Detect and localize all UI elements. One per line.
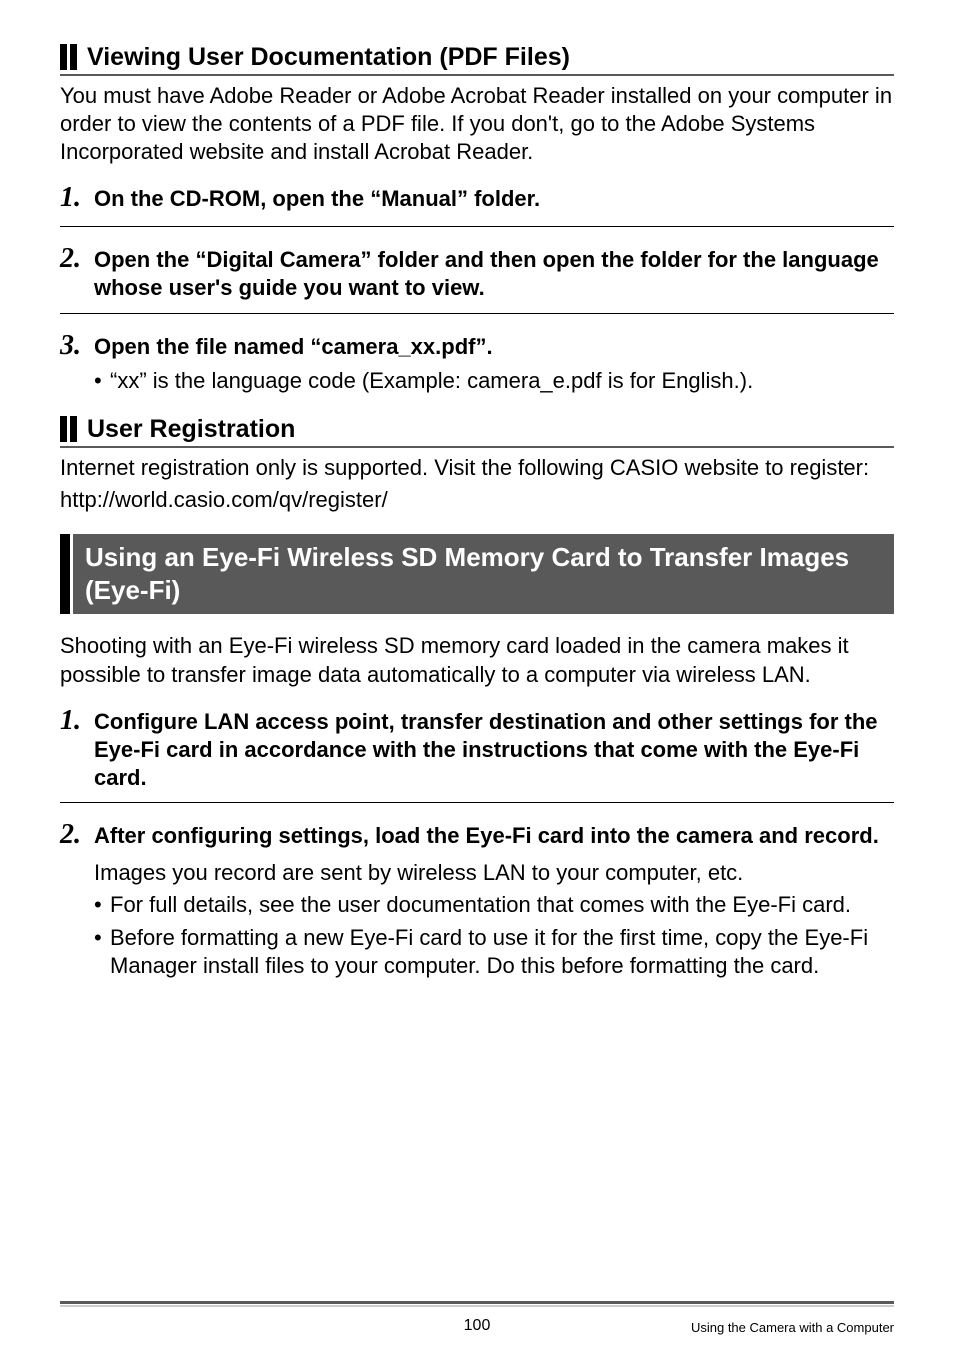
- section-bars-icon: [60, 416, 77, 442]
- footer-section-label: Using the Camera with a Computer: [691, 1320, 894, 1335]
- step-2: 2. Open the “Digital Camera” folder and …: [60, 241, 894, 302]
- eyefi-step-1: 1. Configure LAN access point, transfer …: [60, 703, 894, 792]
- body-text: Images you record are sent by wireless L…: [60, 859, 894, 887]
- bullet-dot-icon: •: [94, 367, 110, 396]
- section-title: User Registration: [87, 414, 295, 444]
- section-rule: [60, 446, 894, 448]
- step-number: 1.: [60, 703, 94, 739]
- step-text: On the CD-ROM, open the “Manual” folder.: [94, 185, 894, 213]
- bullet-text: Before formatting a new Eye-Fi card to u…: [110, 924, 894, 981]
- eyefi-step-2: 2. After configuring settings, load the …: [60, 817, 894, 853]
- step-text: Open the file named “camera_xx.pdf”.: [94, 333, 894, 361]
- intro-text: Shooting with an Eye-Fi wireless SD memo…: [60, 632, 894, 688]
- step-separator: [60, 313, 894, 314]
- step-number: 2.: [60, 817, 94, 853]
- page: Viewing User Documentation (PDF Files) Y…: [0, 0, 954, 1357]
- intro-text: You must have Adobe Reader or Adobe Acro…: [60, 82, 894, 166]
- step-separator: [60, 802, 894, 803]
- bullet-item: • For full details, see the user documen…: [60, 891, 894, 920]
- page-number: 100: [464, 1317, 491, 1335]
- bullet-dot-icon: •: [94, 924, 110, 981]
- body-text: Internet registration only is supported.…: [60, 454, 894, 482]
- bullet-text: “xx” is the language code (Example: came…: [110, 367, 894, 396]
- section-header-user-reg: User Registration: [60, 414, 894, 444]
- section-rule: [60, 74, 894, 76]
- section-header-view-docs: Viewing User Documentation (PDF Files): [60, 42, 894, 72]
- step-number: 2.: [60, 241, 94, 277]
- step-number: 1.: [60, 180, 94, 216]
- step-separator: [60, 226, 894, 227]
- step-text: Open the “Digital Camera” folder and the…: [94, 246, 894, 302]
- page-footer: 100 Using the Camera with a Computer: [60, 1301, 894, 1335]
- footer-rule-light: [60, 1305, 894, 1307]
- section-bars-icon: [60, 44, 77, 70]
- step-1: 1. On the CD-ROM, open the “Manual” fold…: [60, 180, 894, 216]
- section-title: Viewing User Documentation (PDF Files): [87, 42, 570, 72]
- bullet-text: For full details, see the user documenta…: [110, 891, 894, 920]
- step-3: 3. Open the file named “camera_xx.pdf”.: [60, 328, 894, 364]
- body-text-url: http://world.casio.com/qv/register/: [60, 486, 894, 514]
- heading-text: Using an Eye-Fi Wireless SD Memory Card …: [73, 534, 894, 614]
- bullet-dot-icon: •: [94, 891, 110, 920]
- step-number: 3.: [60, 328, 94, 364]
- major-heading-eye-fi: Using an Eye-Fi Wireless SD Memory Card …: [60, 534, 894, 614]
- step-text: After configuring settings, load the Eye…: [94, 822, 894, 850]
- footer-rule: [60, 1301, 894, 1304]
- bullet-item: • Before formatting a new Eye-Fi card to…: [60, 924, 894, 981]
- heading-bar-icon: [60, 534, 70, 614]
- step-bullet: • “xx” is the language code (Example: ca…: [60, 367, 894, 396]
- step-text: Configure LAN access point, transfer des…: [94, 708, 894, 792]
